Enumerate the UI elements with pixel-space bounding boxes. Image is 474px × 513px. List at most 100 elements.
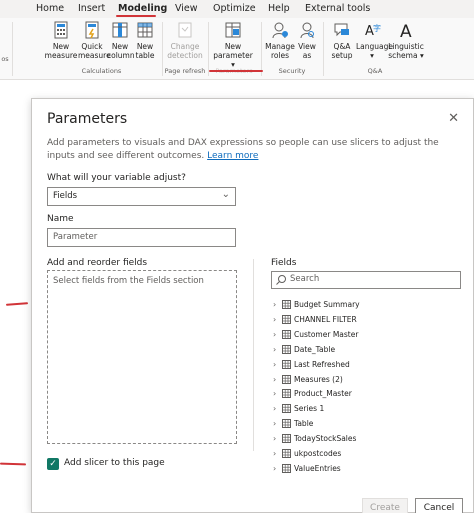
svg-text:字: 字 xyxy=(373,23,381,33)
field-name: Customer Master xyxy=(294,329,359,339)
tab-optimize[interactable]: Optimize xyxy=(213,3,256,14)
search-icon xyxy=(276,275,286,285)
manage-roles-label: Manage roles xyxy=(265,42,295,60)
dialog-title: Parameters xyxy=(47,111,128,127)
checkmark-icon: ✓ xyxy=(49,459,57,469)
linguistic-schema-label: Linguistic schema xyxy=(388,42,424,60)
language-button[interactable]: A字 Language ▾ xyxy=(356,21,393,65)
group-label-security: Security xyxy=(278,67,306,75)
table-icon xyxy=(282,449,291,458)
table-icon xyxy=(282,419,291,429)
table-icon xyxy=(282,374,291,384)
field-name: Product_Master xyxy=(294,389,352,399)
field-name: CHANNEL FILTER xyxy=(294,314,357,324)
fields-dropzone[interactable]: Select fields from the Fields section xyxy=(47,270,237,444)
new-column-label: New column xyxy=(107,42,135,60)
field-name: ValueEntries xyxy=(294,463,341,473)
table-icon xyxy=(282,314,291,324)
chevron-right-icon[interactable]: › xyxy=(273,404,276,413)
new-table-label: New table xyxy=(135,42,155,60)
tab-external-tools[interactable]: External tools xyxy=(305,3,370,14)
manage-roles-button[interactable]: Manage roles xyxy=(265,21,295,65)
parameter-icon xyxy=(225,22,241,38)
calculator-icon xyxy=(54,21,68,39)
qa-icon xyxy=(334,23,349,37)
new-measure-label: New measure xyxy=(44,42,78,60)
new-parameter-label: New parameter xyxy=(213,42,253,60)
chevron-right-icon[interactable]: › xyxy=(273,375,276,384)
change-detection-button[interactable]: Change detection xyxy=(166,21,204,65)
linguistic-schema-icon: A xyxy=(400,22,412,39)
new-parameter-button[interactable]: New parameter ▾ xyxy=(211,21,255,69)
quick-measure-icon xyxy=(85,21,99,39)
group-separator xyxy=(208,22,209,76)
cancel-button[interactable]: Cancel xyxy=(415,498,463,513)
table-icon xyxy=(282,344,291,354)
add-slicer-checkbox[interactable]: ✓ xyxy=(47,458,59,470)
group-separator xyxy=(162,22,163,76)
table-icon xyxy=(282,329,291,339)
table-icon xyxy=(282,359,291,369)
create-button[interactable]: Create xyxy=(362,498,408,513)
annotation-mark xyxy=(0,462,27,466)
chevron-right-icon[interactable]: › xyxy=(273,330,276,339)
tab-insert[interactable]: Insert xyxy=(78,3,105,14)
quick-measure-label: Quick measure xyxy=(78,42,111,60)
table-icon xyxy=(137,22,153,38)
name-label: Name xyxy=(47,214,74,224)
linguistic-schema-button[interactable]: A Linguistic schema ▾ xyxy=(388,21,424,65)
chevron-right-icon[interactable]: › xyxy=(273,419,276,428)
field-name: Series 1 xyxy=(294,404,325,414)
svg-text:A: A xyxy=(400,22,412,39)
dropzone-hint: Select fields from the Fields section xyxy=(53,276,204,286)
fields-search-input[interactable]: Search xyxy=(271,271,461,289)
quick-measure-button[interactable]: Quick measure xyxy=(78,21,111,65)
field-name: Measures (2) xyxy=(294,374,343,384)
group-separator xyxy=(261,22,262,76)
tab-home[interactable]: Home xyxy=(36,3,64,14)
chevron-right-icon[interactable]: › xyxy=(273,360,276,369)
chevron-right-icon[interactable]: › xyxy=(273,300,276,309)
new-parameter-underline-annotation xyxy=(209,70,263,72)
new-column-button[interactable]: New column xyxy=(107,21,135,65)
tab-modeling[interactable]: Modeling xyxy=(118,3,167,14)
ribbon-tab-bar: Home Insert Modeling View Optimize Help … xyxy=(0,0,474,18)
chevron-right-icon[interactable]: › xyxy=(273,315,276,324)
chevron-right-icon[interactable]: › xyxy=(273,464,276,473)
chevron-right-icon[interactable]: › xyxy=(273,389,276,398)
new-table-button[interactable]: New table xyxy=(134,21,156,65)
fields-label: Fields xyxy=(271,258,297,268)
dialog-description: Add parameters to visuals and DAX expres… xyxy=(47,137,452,163)
view-as-label: View as xyxy=(298,42,316,60)
field-name: Table xyxy=(294,419,314,429)
parameters-dialog: Parameters ✕ Add parameters to visuals a… xyxy=(31,98,474,513)
group-separator xyxy=(12,22,13,76)
field-name: Date_Table xyxy=(294,344,336,354)
variable-select[interactable]: Fields ⌄ xyxy=(47,187,236,206)
field-name: Budget Summary xyxy=(294,300,360,309)
chevron-down-icon: ▾ xyxy=(370,51,374,60)
tab-help[interactable]: Help xyxy=(268,3,290,14)
qa-setup-button[interactable]: Q&A setup xyxy=(328,21,356,65)
chevron-right-icon[interactable]: › xyxy=(273,449,276,458)
group-label-qa: Q&A xyxy=(367,67,383,75)
group-separator xyxy=(323,22,324,76)
tab-view[interactable]: View xyxy=(175,3,198,14)
chevron-right-icon[interactable]: › xyxy=(273,434,276,443)
field-name: TodayStockSales xyxy=(294,434,357,444)
tab-underline-annotation xyxy=(116,15,156,17)
close-icon[interactable]: ✕ xyxy=(448,111,459,126)
table-icon xyxy=(282,434,291,444)
chevron-right-icon[interactable]: › xyxy=(273,345,276,354)
language-icon: A字 xyxy=(365,23,381,39)
learn-more-link[interactable]: Learn more xyxy=(207,151,258,161)
view-as-button[interactable]: View as xyxy=(296,21,318,65)
name-input[interactable]: Parameter xyxy=(47,228,236,247)
change-detection-label: Change detection xyxy=(167,42,203,60)
annotation-mark xyxy=(5,302,29,306)
chevron-down-icon: ▾ xyxy=(419,51,424,60)
view-as-icon xyxy=(300,22,314,39)
search-placeholder: Search xyxy=(290,274,320,284)
new-measure-button[interactable]: New measure xyxy=(44,21,78,65)
person-icon xyxy=(272,22,288,39)
